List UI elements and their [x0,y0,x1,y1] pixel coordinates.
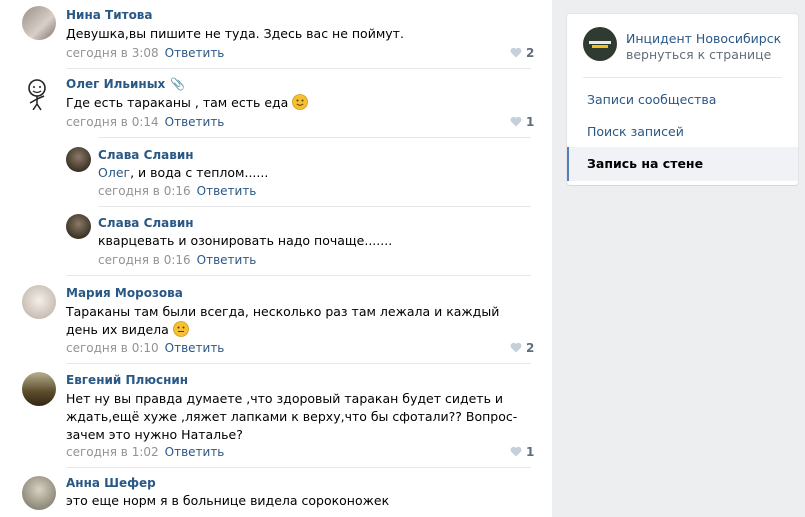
divider [98,206,531,207]
comment-author[interactable]: Олег Ильиных 📎 [66,77,185,91]
page: Нина Титова Девушка,вы пишите не туда. З… [0,0,805,517]
reply-link[interactable]: Ответить [165,46,225,60]
comment-time[interactable]: сегодня в 0:16 [98,184,191,198]
group-avatar[interactable] [583,27,617,61]
reply-link[interactable]: Ответить [197,184,257,198]
like-button[interactable]: 2 [510,341,534,355]
reply-link[interactable]: Ответить [165,341,225,355]
comment-time[interactable]: сегодня в 0:16 [98,253,191,267]
comment-text: Где есть тараканы , там есть еда [66,94,309,112]
heart-icon [510,116,522,127]
divider [66,467,531,468]
avatar[interactable] [22,285,56,319]
heart-icon [510,342,522,353]
divider [66,363,531,364]
avatar[interactable] [22,476,56,510]
paperclip-icon: 📎 [170,77,186,91]
reply-link[interactable]: Ответить [165,115,225,129]
menu-item-wall-post[interactable]: Запись на стене [567,147,798,181]
back-to-page-link[interactable]: вернуться к странице [626,47,771,62]
like-count: 2 [526,46,535,60]
comment-time[interactable]: сегодня в 0:14 [66,115,159,129]
comment-author[interactable]: Мария Морозова [66,286,183,300]
avatar[interactable] [22,6,56,40]
comment-text: Девушка,вы пишите не туда. Здесь вас не … [66,26,404,41]
mention-link[interactable]: Олег [98,165,130,180]
smile-emoji-icon [292,94,309,110]
like-count: 1 [526,115,535,129]
comment-meta: сегодня в 0:14 Ответить [66,115,224,129]
comment-meta: сегодня в 3:08 Ответить [66,46,224,60]
reply-link[interactable]: Ответить [197,253,257,267]
comment-time[interactable]: сегодня в 0:10 [66,341,159,355]
heart-icon [510,47,522,58]
comment-author[interactable]: Евгений Плюснин [66,373,188,387]
avatar[interactable] [22,77,56,111]
group-logo-icon [589,41,611,48]
like-count: 2 [526,341,535,355]
like-button[interactable]: 1 [510,445,534,459]
avatar[interactable] [66,214,91,239]
comment-meta: сегодня в 0:16 Ответить [98,253,256,267]
comment-text-body: Где есть тараканы , там есть еда [66,95,289,110]
comment-text: это еще норм я в больнице видела сорокон… [66,493,390,508]
comment-author-name[interactable]: Олег Ильиных [66,77,165,91]
menu-item-community-posts[interactable]: Записи сообщества [567,83,798,117]
comment-author[interactable]: Анна Шефер [66,476,156,490]
comment-author[interactable]: Слава Славин [98,216,194,230]
group-name-link[interactable]: Инцидент Новосибирск [626,31,781,46]
divider [98,137,531,138]
comment-text: Тараканы там были всегда, несколько раз … [66,303,526,339]
reply-link[interactable]: Ответить [165,445,225,459]
like-button[interactable]: 2 [510,46,534,60]
like-button[interactable]: 1 [510,115,534,129]
avatar[interactable] [66,147,91,172]
neutral-emoji-icon [172,321,189,337]
comment-text: Нет ну вы правда думаете ,что здоровый т… [66,391,518,442]
comment-author[interactable]: Слава Славин [98,148,194,162]
comment-text: кварцевать и озонировать надо почаще....… [98,233,393,248]
comment-time[interactable]: сегодня в 3:08 [66,46,159,60]
divider [66,275,531,276]
sidebar-panel: Инцидент Новосибирск вернуться к страниц… [567,14,798,185]
comment-text-body: , и вода с теплом...... [130,165,269,180]
menu-item-search-posts[interactable]: Поиск записей [567,115,798,149]
comment-meta: сегодня в 1:02 Ответить [66,445,224,459]
like-count: 1 [526,445,535,459]
divider [66,68,531,69]
comment-text: Олег, и вода с теплом...... [98,164,268,182]
comments-panel: Нина Титова Девушка,вы пишите не туда. З… [0,0,552,517]
comment-author[interactable]: Нина Титова [66,8,153,22]
stick-figure-avatar-icon [28,79,46,111]
heart-icon [510,446,522,457]
comment-meta: сегодня в 0:10 Ответить [66,341,224,355]
divider [583,77,782,78]
comment-meta: сегодня в 0:16 Ответить [98,184,256,198]
avatar[interactable] [22,372,56,406]
comment-time[interactable]: сегодня в 1:02 [66,445,159,459]
comment-text-body: Тараканы там были всегда, несколько раз … [66,304,500,337]
